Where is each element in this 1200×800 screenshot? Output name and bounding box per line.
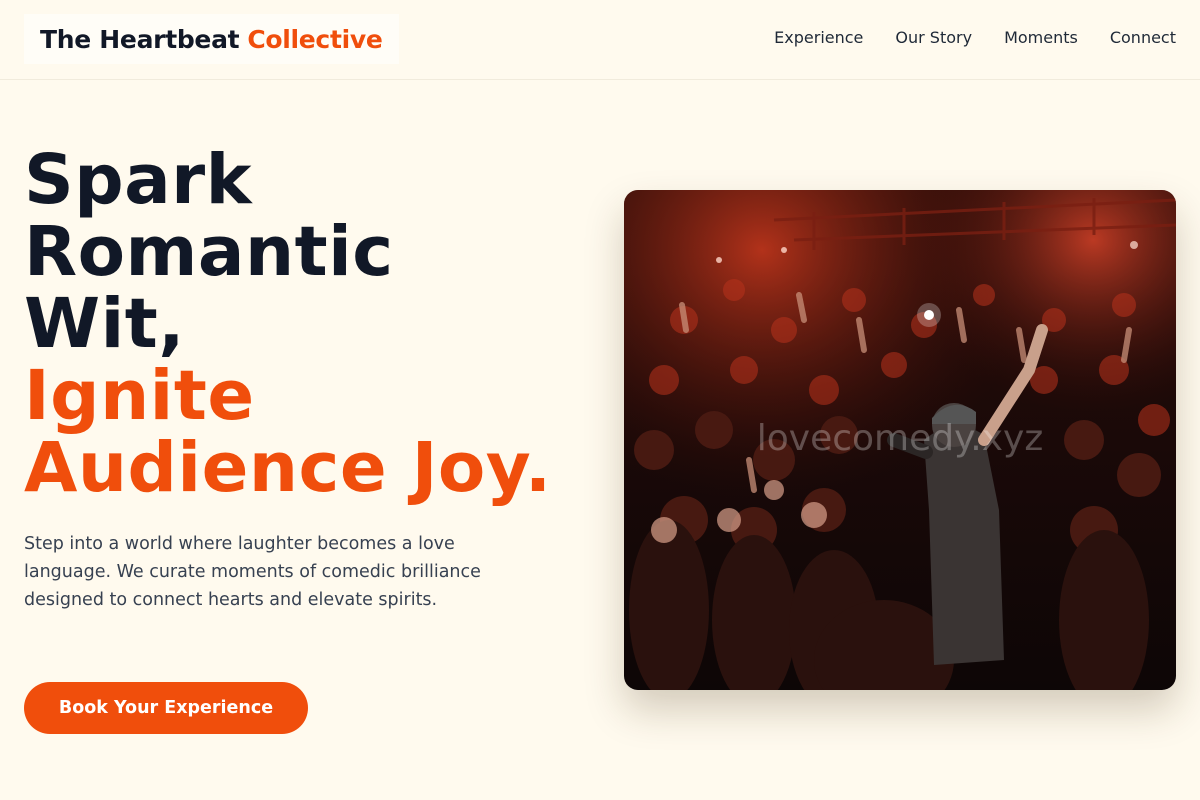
hero-title-line: Spark <box>24 140 253 220</box>
site-header: The Heartbeat Collective Experience Our … <box>0 0 1200 80</box>
image-watermark: lovecomedy.xyz <box>756 418 1044 459</box>
nav-link-our-story[interactable]: Our Story <box>895 26 972 50</box>
brand-accent: Collective <box>247 24 383 54</box>
nav-link-moments[interactable]: Moments <box>1004 26 1078 50</box>
hero-title-accent-line: Ignite <box>24 356 255 436</box>
hero-title: Spark Romantic Wit, Ignite Audience Joy. <box>24 144 552 504</box>
nav-link-experience[interactable]: Experience <box>774 26 863 50</box>
brand-name: The Heartbeat <box>40 24 240 54</box>
nav-link-connect[interactable]: Connect <box>1110 26 1176 50</box>
hero-title-line: Romantic <box>24 212 394 292</box>
book-experience-button[interactable]: Book Your Experience <box>24 682 308 734</box>
hero-title-line: Wit, <box>24 284 185 364</box>
hero-description: Step into a world where laughter becomes… <box>24 534 481 610</box>
hero-title-accent-line: Audience Joy. <box>24 428 552 508</box>
brand-logo[interactable]: The Heartbeat Collective <box>24 14 399 64</box>
main-nav: Experience Our Story Moments Connect <box>774 26 1176 50</box>
hero-image: lovecomedy.xyz <box>624 190 1176 690</box>
